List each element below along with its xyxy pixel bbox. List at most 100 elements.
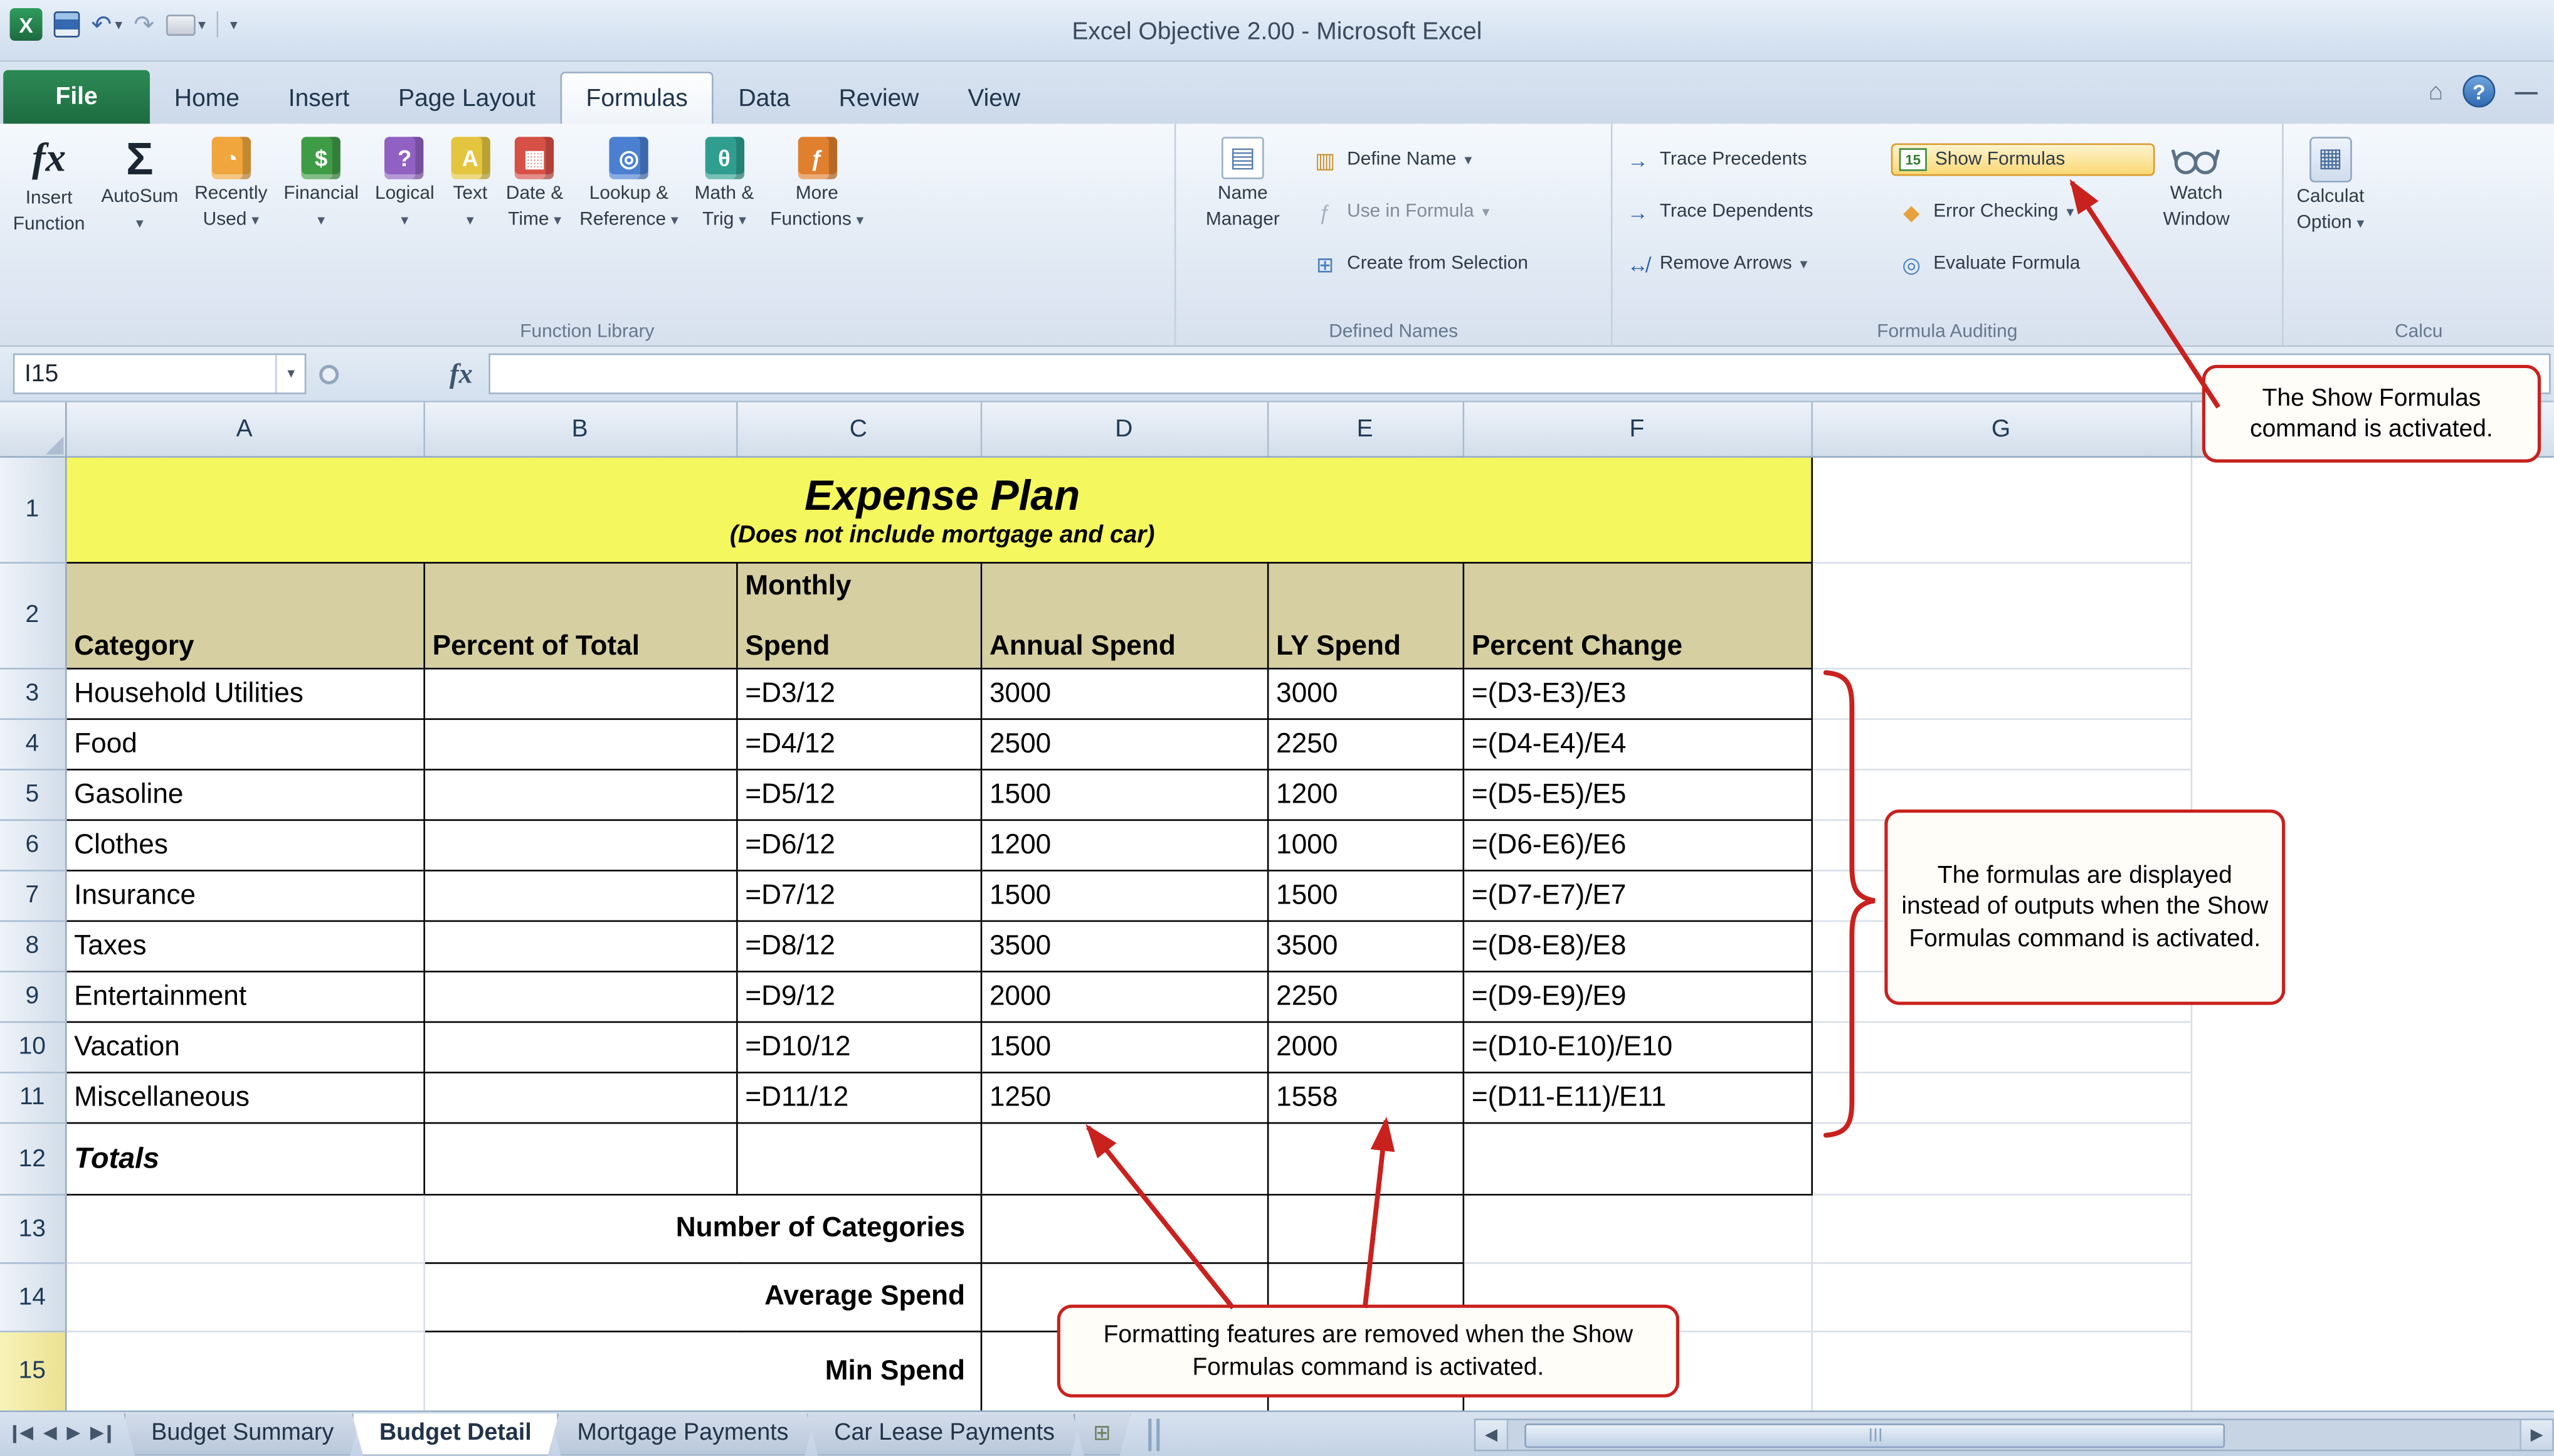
column-header[interactable]: D <box>981 403 1267 456</box>
column-header[interactable]: A <box>65 403 423 456</box>
tab-scroll-splitter[interactable] <box>1148 1418 1159 1450</box>
cell[interactable] <box>423 1021 736 1072</box>
cell[interactable] <box>423 718 736 769</box>
cell[interactable]: 1250 <box>981 1072 1267 1122</box>
more-functions-button[interactable]: ƒ More Functions▾ <box>762 130 872 239</box>
tab-formulas[interactable]: Formulas <box>560 71 714 124</box>
cell[interactable]: Category <box>65 562 423 668</box>
cell[interactable]: =(D6-E6)/E6 <box>1463 820 1812 870</box>
row-header[interactable]: 8 <box>0 921 65 971</box>
cell[interactable] <box>736 1122 981 1194</box>
column-header[interactable]: F <box>1463 403 1812 456</box>
error-checking-button[interactable]: ◆ Error Checking ▾ <box>1891 196 2155 228</box>
row-header[interactable]: 3 <box>0 668 65 719</box>
customize-qat-button[interactable]: ▾ <box>230 17 238 31</box>
cell[interactable]: Entertainment <box>65 971 423 1021</box>
cell[interactable]: =D10/12 <box>736 1021 981 1072</box>
cell[interactable]: Insurance <box>65 870 423 921</box>
cell[interactable] <box>1811 1021 2190 1072</box>
cell[interactable] <box>1811 1072 2190 1122</box>
cell[interactable] <box>423 1072 736 1122</box>
cell[interactable]: 2000 <box>1267 1021 1463 1072</box>
recently-used-button[interactable]: ◔ Recently Used▾ <box>186 130 275 239</box>
cell[interactable] <box>423 769 736 820</box>
cell[interactable]: Food <box>65 718 423 769</box>
save-icon[interactable] <box>54 11 80 38</box>
cell[interactable] <box>2191 1194 2554 1262</box>
cell[interactable] <box>2191 456 2554 562</box>
cell[interactable] <box>423 921 736 971</box>
cell[interactable]: 1000 <box>1267 820 1463 870</box>
cell[interactable]: 3000 <box>981 668 1267 719</box>
cell[interactable] <box>423 820 736 870</box>
create-from-selection-button[interactable]: ⊞ Create from Selection <box>1305 248 1535 280</box>
watch-window-button[interactable]: Watch Window <box>2155 130 2237 239</box>
undo-button[interactable]: ↶▾ <box>91 12 122 36</box>
cell[interactable] <box>2191 1122 2554 1194</box>
sheet-tab-budget-summary[interactable]: Budget Summary <box>124 1413 361 1455</box>
cell[interactable] <box>423 1122 736 1194</box>
cell[interactable] <box>2191 1262 2554 1331</box>
row-header[interactable]: 5 <box>0 769 65 820</box>
cell[interactable]: =D6/12 <box>736 820 981 870</box>
cell[interactable]: =(D3-E3)/E3 <box>1463 668 1812 719</box>
cell[interactable]: =(D9-E9)/E9 <box>1463 971 1812 1021</box>
row-header[interactable]: 2 <box>0 562 65 668</box>
cell[interactable] <box>1267 1194 1463 1262</box>
cell[interactable]: =D8/12 <box>736 921 981 971</box>
help-button[interactable]: ? <box>2462 75 2495 107</box>
calculation-options-button[interactable]: ▦ Calculat Option▾ <box>2288 130 2372 242</box>
cell[interactable] <box>65 1262 423 1331</box>
row-header[interactable]: 7 <box>0 870 65 921</box>
cell[interactable]: 3500 <box>981 921 1267 971</box>
sheet-tab-car-lease-payments[interactable]: Car Lease Payments <box>806 1413 1082 1455</box>
use-in-formula-button[interactable]: ƒ Use in Formula ▾ <box>1305 196 1535 228</box>
cell[interactable] <box>423 870 736 921</box>
cell[interactable]: Percent of Total <box>423 562 736 668</box>
cell[interactable]: 1200 <box>981 820 1267 870</box>
cell[interactable] <box>423 668 736 719</box>
cell[interactable]: Miscellaneous <box>65 1072 423 1122</box>
cell[interactable]: 2250 <box>1267 718 1463 769</box>
cell[interactable]: =(D10-E10)/E10 <box>1463 1021 1812 1072</box>
cell[interactable] <box>65 1331 423 1410</box>
row-header[interactable]: 4 <box>0 718 65 769</box>
cell[interactable]: Min Spend <box>423 1331 980 1410</box>
cell[interactable] <box>1267 1122 1463 1194</box>
row-header[interactable]: 10 <box>0 1021 65 1072</box>
cell[interactable] <box>1811 718 2190 769</box>
cell[interactable]: LY Spend <box>1267 562 1463 668</box>
row-header[interactable]: 1 <box>0 456 65 562</box>
cell[interactable] <box>2191 1331 2554 1410</box>
sheet-tab-budget-detail[interactable]: Budget Detail <box>352 1413 559 1455</box>
cell[interactable] <box>1811 1194 2190 1262</box>
cell[interactable]: 1500 <box>981 769 1267 820</box>
cell[interactable] <box>1811 1122 2190 1194</box>
cell[interactable]: =(D8-E8)/E8 <box>1463 921 1812 971</box>
cell[interactable]: Clothes <box>65 820 423 870</box>
row-header[interactable]: 13 <box>0 1194 65 1262</box>
cell[interactable] <box>1811 562 2190 668</box>
cell[interactable] <box>1811 456 2190 562</box>
row-header[interactable]: 14 <box>0 1262 65 1331</box>
cell[interactable]: Taxes <box>65 921 423 971</box>
cell[interactable] <box>2191 718 2554 769</box>
redo-button[interactable]: ↷ <box>134 12 154 36</box>
cell[interactable]: 1558 <box>1267 1072 1463 1122</box>
cell[interactable]: Gasoline <box>65 769 423 820</box>
excel-logo-icon[interactable]: X <box>10 8 43 41</box>
cell[interactable] <box>2191 668 2554 719</box>
trace-precedents-button[interactable]: → Trace Precedents <box>1617 144 1891 176</box>
cell[interactable] <box>1811 1262 2190 1331</box>
previous-sheet-button[interactable]: ◀ <box>43 1425 57 1443</box>
cell[interactable]: =(D7-E7)/E7 <box>1463 870 1812 921</box>
row-header[interactable]: 15 <box>0 1331 65 1410</box>
cell[interactable]: 2500 <box>981 718 1267 769</box>
name-box[interactable]: I15 ▾ <box>13 354 307 394</box>
scroll-right-button[interactable]: ▶ <box>2520 1420 2552 1450</box>
tab-view[interactable]: View <box>943 71 1045 124</box>
column-header[interactable]: B <box>423 403 736 456</box>
math-trig-button[interactable]: θ Math & Trig▾ <box>687 130 763 239</box>
title-cell[interactable]: Expense Plan (Does not include mortgage … <box>65 456 1812 562</box>
cell[interactable]: =D11/12 <box>736 1072 981 1122</box>
